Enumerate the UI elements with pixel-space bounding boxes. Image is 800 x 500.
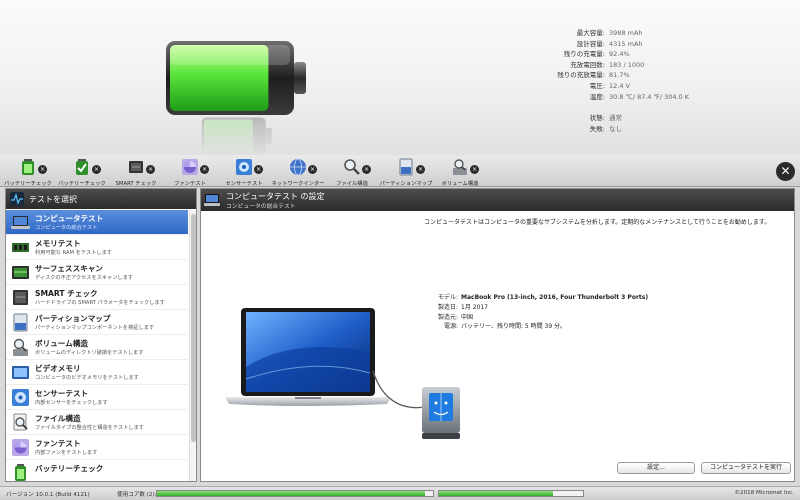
list-item-file-structure[interactable]: ファイル構造 ファイルタイプの整合性と構造をテストします	[6, 410, 188, 435]
battery-icon	[166, 41, 306, 115]
remove-icon[interactable]: ×	[200, 165, 209, 174]
list-item-fan-test[interactable]: ファンテスト 内部ファンをテストします	[6, 435, 188, 460]
info-manufacture-date: 製造日: 1月 2017	[437, 303, 488, 311]
remove-icon[interactable]: ×	[92, 165, 101, 174]
info-model: モデル: MacBook Pro (13-inch, 2016, Four Thu…	[437, 294, 649, 301]
stat-failures: 失敗: なし	[589, 124, 622, 133]
laptop-image	[225, 308, 391, 406]
pulse-icon	[10, 192, 24, 206]
toolbar-item-volume-structure[interactable]: × ボリューム構造	[432, 157, 488, 187]
remove-icon[interactable]: ×	[38, 165, 47, 174]
chip-icon	[129, 161, 143, 173]
computer-icon	[204, 194, 220, 206]
list-item-partition-map[interactable]: パーティションマップ パーティションマップコンポーネントを検証します	[6, 310, 188, 335]
magnifier-icon	[13, 413, 28, 431]
stat-condition: 状態: 通常	[589, 114, 622, 123]
remove-icon[interactable]: ×	[416, 165, 425, 174]
info-power: 電源: バッテリー、残り時間: 5 時間 39 分。	[443, 323, 567, 331]
test-description: コンピュータテストはコンピュータの重要なサブシステムを分析します。定期的なメンテ…	[424, 219, 771, 226]
test-toolbar: × バッテリーチェック × バッテリーチェック × SMART チェック × フ…	[0, 155, 800, 187]
list-item-sensor-test[interactable]: センサーテスト 内部センサーをチェックします	[6, 385, 188, 410]
stat-cycle-count: 充放電回数: 183 / 1000	[570, 60, 645, 69]
stat-voltage: 電圧: 12.4 V	[589, 81, 630, 90]
remove-icon[interactable]: ×	[308, 165, 317, 174]
scrollbar-thumb[interactable]	[191, 214, 196, 442]
battery-reflection	[201, 117, 272, 155]
battery-stats: 最大容量: 3988 mAh 設計容量: 4315 mAh 残りの充電量: 92.4%…	[545, 28, 795, 134]
close-button[interactable]: ✕	[776, 162, 795, 181]
memory-icon	[12, 243, 29, 252]
battery-icon	[15, 464, 26, 481]
stat-design-capacity: 設計容量: 4315 mAh	[576, 39, 643, 48]
info-origin: 製造元: 中国	[437, 313, 474, 321]
settings-button[interactable]: 設定...	[617, 462, 695, 474]
test-selector-header: テストを選択	[6, 189, 196, 209]
stat-remaining-charge: 残りの充電量: 92.4%	[563, 50, 630, 59]
test-selector-panel: テストを選択 コンピュータテスト コンピュータの総合テスト メモリテスト 利用可…	[5, 188, 197, 482]
fan-icon	[12, 439, 29, 456]
settings-header: コンピュータテスト の設定 コンピュータの総合テスト	[201, 189, 794, 211]
battery-overview: 最大容量: 3988 mAh 設計容量: 4315 mAh 残りの充電量: 92.4%…	[0, 0, 800, 155]
fan-icon	[182, 159, 198, 175]
stat-remaining-cycles: 残りの充放電量: 81.7%	[557, 71, 630, 80]
run-computer-test-button[interactable]: コンピュータテストを実行	[701, 462, 791, 474]
sensor-icon	[12, 389, 29, 406]
remove-icon[interactable]: ×	[470, 165, 479, 174]
remove-icon[interactable]: ×	[254, 165, 263, 174]
list-item-smart-check[interactable]: SMART チェック ハードドライブの SMART パラメータをチェックします	[6, 285, 188, 310]
core-2-load-fill	[439, 491, 553, 496]
battery-icon	[22, 159, 34, 175]
startup-disk-icon	[422, 387, 460, 439]
disk-scan-icon	[12, 266, 29, 279]
copyright-label: ©2018 Micromat Inc.	[734, 490, 794, 496]
stat-max-capacity: 最大容量: 3988 mAh	[576, 29, 643, 37]
machine-info: モデル: MacBook Pro (13-inch, 2016, Four Thu…	[426, 293, 648, 332]
list-item-volume-structure[interactable]: ボリューム構造 ボリュームのディレクトリ破損をテストします	[6, 335, 188, 360]
battery-check-icon	[76, 159, 88, 175]
list-item-computer-test[interactable]: コンピュータテスト コンピュータの総合テスト	[6, 210, 188, 235]
test-list-scrollbar[interactable]	[189, 210, 196, 481]
version-label: バージョン 10.0.1 (Build 4121)	[6, 492, 90, 498]
settings-subtitle: コンピュータの総合テスト	[226, 204, 296, 210]
chip-icon	[13, 290, 28, 305]
status-bar: バージョン 10.0.1 (Build 4121) 使用コア数 (2): ©20…	[0, 486, 800, 500]
core-1-load-fill	[157, 491, 425, 496]
volume-icon	[13, 338, 28, 356]
partition-icon	[399, 158, 413, 176]
magnifier-icon	[344, 159, 360, 175]
list-item-surface-scan[interactable]: サーフェススキャン ディスクの不正アクセスをスキャンします	[6, 260, 188, 285]
cores-label: 使用コア数 (2):	[117, 492, 157, 498]
list-item-video-memory[interactable]: ビデオメモリ コンピュータのビデオメモリをテストします	[6, 360, 188, 385]
remove-icon[interactable]: ×	[362, 165, 371, 174]
core-1-load-bar	[156, 490, 434, 497]
volume-icon	[453, 159, 467, 175]
sensor-icon	[236, 159, 252, 175]
core-2-load-bar	[438, 490, 584, 497]
partition-icon	[13, 313, 28, 332]
list-item-memory-test[interactable]: メモリテスト 利用可能な RAM をテストします	[6, 235, 188, 260]
test-list: コンピュータテスト コンピュータの総合テスト メモリテスト 利用可能な RAM …	[6, 210, 188, 481]
test-settings-panel: コンピュータテスト の設定 コンピュータの総合テスト コンピュータテストはコンピ…	[200, 188, 795, 482]
remove-icon[interactable]: ×	[146, 165, 155, 174]
video-memory-icon	[12, 366, 29, 379]
computer-icon	[11, 216, 30, 229]
stat-temperature: 温度: 30.8 ℃/ 87.4 ℉/ 304.0 K	[589, 92, 690, 101]
globe-icon	[290, 158, 306, 176]
list-item-battery-check[interactable]: バッテリーチェック	[6, 460, 188, 481]
test-selector-title: テストを選択	[29, 194, 77, 204]
